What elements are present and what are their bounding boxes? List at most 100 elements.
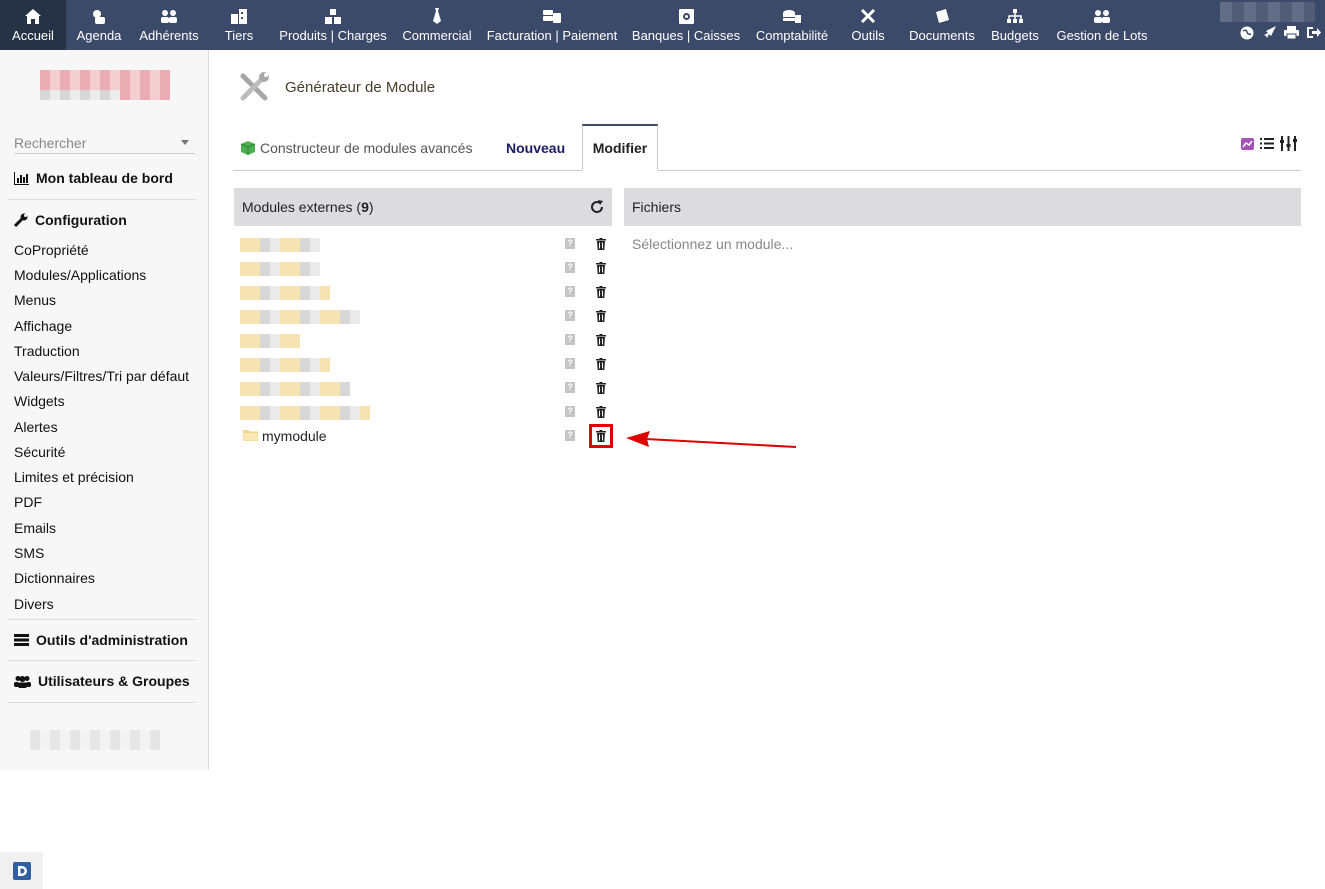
- tab-builder[interactable]: Constructeur de modules avancés: [241, 124, 472, 171]
- module-name-blurred[interactable]: [240, 334, 300, 348]
- topmenu-label: Comptabilité: [755, 28, 829, 43]
- module-row[interactable]: ?: [234, 256, 612, 280]
- module-row[interactable]: ?: [234, 352, 612, 376]
- globe-icon[interactable]: [1240, 26, 1254, 43]
- topmenu-label: Commercial: [402, 28, 472, 43]
- topmenu-facturation[interactable]: Facturation | Paiement: [484, 0, 620, 50]
- sidebar-users-groups[interactable]: Utilisateurs & Groupes: [14, 673, 190, 689]
- sidebar-item-traduction[interactable]: Traduction: [14, 343, 80, 359]
- module-name-blurred[interactable]: [240, 310, 360, 324]
- topmenu-label: Budgets: [991, 28, 1039, 43]
- module-row[interactable]: ?: [234, 376, 612, 400]
- sidebar-dashboard-label: Mon tableau de bord: [36, 170, 173, 186]
- tab-builder-label: Constructeur de modules avancés: [260, 139, 473, 156]
- delete-module-button[interactable]: [594, 332, 608, 348]
- module-name[interactable]: mymodule: [262, 428, 327, 444]
- module-row[interactable]: ?: [234, 232, 612, 256]
- module-name-blurred[interactable]: [240, 286, 330, 300]
- module-row-mymodule[interactable]: mymodule ?: [234, 424, 613, 448]
- tie-icon: [432, 0, 442, 28]
- coins-icon: [783, 0, 801, 28]
- help-icon[interactable]: ?: [565, 262, 575, 273]
- sidebar-item-emails[interactable]: Emails: [14, 520, 56, 536]
- sidebar-configuration[interactable]: Configuration: [14, 212, 127, 228]
- sidebar-item-modules[interactable]: Modules/Applications: [14, 267, 146, 283]
- topmenu-tiers[interactable]: Tiers: [220, 0, 258, 50]
- divider: [8, 619, 196, 620]
- user-name-blurred[interactable]: [1220, 2, 1315, 22]
- module-row[interactable]: ?: [234, 280, 612, 304]
- logout-icon[interactable]: [1307, 26, 1321, 43]
- app-badge[interactable]: [0, 852, 43, 889]
- sidebar-search-select[interactable]: Rechercher: [14, 132, 195, 154]
- help-icon[interactable]: ?: [565, 358, 575, 369]
- chevron-down-icon: [181, 140, 189, 145]
- sidebar-dashboard[interactable]: Mon tableau de bord: [14, 170, 173, 186]
- list-view-icon[interactable]: [1260, 138, 1274, 149]
- topmenu-label: Tiers: [224, 28, 254, 43]
- sidebar-item-copropriete[interactable]: CoPropriété: [14, 242, 89, 258]
- topmenu-gestion-lots[interactable]: Gestion de Lots: [1052, 0, 1152, 50]
- sidebar-admin-tools[interactable]: Outils d'administration: [14, 632, 188, 648]
- topmenu-agenda[interactable]: Agenda: [72, 0, 126, 50]
- columns-view-icon[interactable]: [1280, 136, 1297, 151]
- sidebar-item-securite[interactable]: Sécurité: [14, 444, 65, 460]
- tab-edit[interactable]: Modifier: [582, 124, 658, 171]
- sidebar-item-widgets[interactable]: Widgets: [14, 393, 65, 409]
- topmenu-budgets[interactable]: Budgets: [988, 0, 1042, 50]
- delete-mymodule-button[interactable]: [589, 424, 613, 448]
- sidebar-item-menus[interactable]: Menus: [14, 292, 56, 308]
- module-name-blurred[interactable]: [240, 358, 330, 372]
- topmenu-produits[interactable]: Produits | Charges: [276, 0, 390, 50]
- topmenu-label: Facturation | Paiement: [486, 28, 618, 43]
- sidebar-item-pdf[interactable]: PDF: [14, 494, 42, 510]
- help-icon[interactable]: ?: [565, 310, 575, 321]
- topmenu-accueil[interactable]: Accueil: [0, 0, 66, 50]
- sidebar-item-alertes[interactable]: Alertes: [14, 419, 58, 435]
- sidebar-item-affichage[interactable]: Affichage: [14, 318, 72, 334]
- module-name-blurred[interactable]: [240, 262, 320, 276]
- sidebar-item-divers[interactable]: Divers: [14, 596, 54, 612]
- help-icon[interactable]: ?: [565, 286, 575, 297]
- topmenu-comptabilite[interactable]: Comptabilité: [752, 0, 832, 50]
- delete-module-button[interactable]: [594, 284, 608, 300]
- topmenu-commercial[interactable]: Commercial: [398, 0, 476, 50]
- topmenu-label: Produits | Charges: [279, 28, 387, 43]
- delete-module-button[interactable]: [594, 236, 608, 252]
- print-icon[interactable]: [1284, 26, 1299, 43]
- delete-module-button[interactable]: [594, 380, 608, 396]
- topmenu-documents[interactable]: Documents: [906, 0, 978, 50]
- top-menu-bar: Accueil Agenda Adhérents Tiers Produits …: [0, 0, 1325, 50]
- sidebar-item-dictionnaires[interactable]: Dictionnaires: [14, 570, 95, 586]
- sidebar-item-sms[interactable]: SMS: [14, 545, 44, 561]
- module-name-blurred[interactable]: [240, 406, 370, 420]
- trash-icon: [596, 358, 606, 370]
- module-row[interactable]: ?: [234, 400, 612, 424]
- modules-panel-header: Modules externes (9): [234, 188, 612, 226]
- help-icon[interactable]: ?: [565, 406, 575, 417]
- delete-module-button[interactable]: [594, 260, 608, 276]
- topmenu-banques[interactable]: Banques | Caisses: [630, 0, 742, 50]
- help-icon[interactable]: ?: [565, 382, 575, 393]
- rocket-icon[interactable]: [1262, 26, 1276, 43]
- topmenu-outils[interactable]: Outils: [846, 0, 890, 50]
- sidebar-item-limites[interactable]: Limites et précision: [14, 469, 134, 485]
- delete-module-button[interactable]: [594, 356, 608, 372]
- tab-new[interactable]: Nouveau: [506, 124, 565, 171]
- chart-view-icon[interactable]: [1241, 137, 1254, 150]
- trash-icon: [596, 286, 606, 298]
- topmenu-adherents[interactable]: Adhérents: [136, 0, 202, 50]
- module-name-blurred[interactable]: [240, 238, 320, 252]
- help-icon[interactable]: ?: [565, 238, 575, 249]
- module-name-blurred[interactable]: [240, 382, 350, 396]
- module-row[interactable]: ?: [234, 304, 612, 328]
- refresh-icon[interactable]: [590, 200, 604, 214]
- delete-module-button[interactable]: [594, 308, 608, 324]
- sidebar-item-defaults[interactable]: Valeurs/Filtres/Tri par défaut: [14, 368, 189, 384]
- server-icon: [14, 634, 29, 646]
- help-icon[interactable]: ?: [565, 430, 575, 441]
- topmenu-label: Documents: [909, 28, 975, 43]
- help-icon[interactable]: ?: [565, 334, 575, 345]
- delete-module-button[interactable]: [594, 404, 608, 420]
- module-row[interactable]: ?: [234, 328, 612, 352]
